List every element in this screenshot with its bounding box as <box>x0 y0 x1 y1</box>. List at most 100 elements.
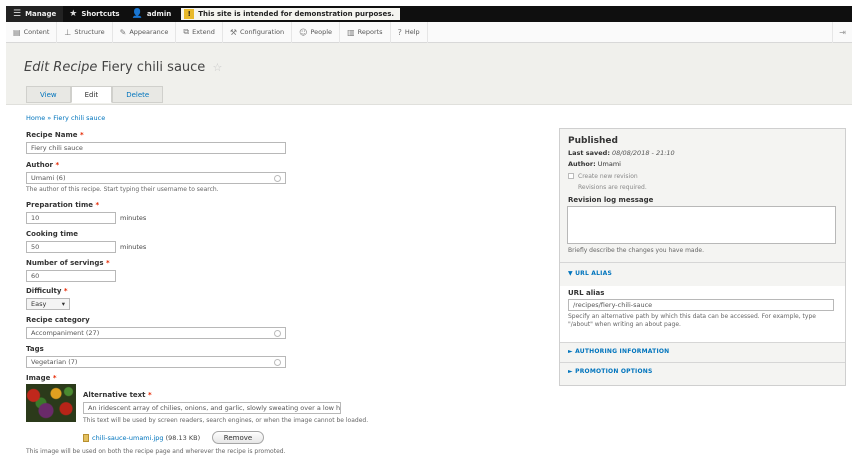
servings-input[interactable]: 60 <box>26 270 116 282</box>
help-icon: ? <box>397 27 402 37</box>
menu-item-people[interactable]: ☺ People <box>292 21 341 43</box>
manage-tab[interactable]: ☰ Manage <box>6 6 64 22</box>
menu-item-reports[interactable]: ▥ Reports <box>340 21 391 43</box>
required-marker: * <box>55 161 60 169</box>
alt-text-label-text: Alternative text <box>83 391 146 399</box>
local-tasks: View Edit Delete <box>26 86 164 103</box>
shortcuts-label: Shortcuts <box>81 10 120 18</box>
toolbar-orientation-icon[interactable]: ⇥ <box>832 21 852 43</box>
tags-value: Vegetarian (7) <box>31 358 78 366</box>
cooking-time-unit: minutes <box>120 243 147 251</box>
breadcrumb[interactable]: Home » Fiery chili sauce <box>26 114 105 122</box>
menu-item-content[interactable]: ▤ Content <box>6 21 58 43</box>
url-alias-description-line-2: "/about" when writing an about page. <box>568 321 681 328</box>
bar-chart-icon: ▥ <box>347 27 355 37</box>
recipe-name-input[interactable]: Fiery chili sauce <box>26 142 286 154</box>
menu-item-label: Content <box>23 28 50 36</box>
prep-time-input[interactable]: 10 <box>26 212 116 224</box>
image-file-icon <box>83 434 89 442</box>
page-title-name: Fiery chili sauce <box>101 60 206 75</box>
divider <box>560 262 845 263</box>
divider <box>560 362 845 363</box>
autocomplete-icon <box>274 359 281 366</box>
difficulty-label: Difficulty * <box>26 287 68 295</box>
page-header: Edit Recipe Fiery chili sauce ☆ View Edi… <box>6 43 852 105</box>
star-icon: ★ <box>69 9 78 19</box>
admin-toolbar: ☰ Manage ★ Shortcuts 👤 admin ! This site… <box>6 6 852 22</box>
cooking-time-input[interactable]: 50 <box>26 241 116 253</box>
file-name: chili-sauce-umami.jpg <box>92 434 164 442</box>
admin-menu: ▤ Content ⊥ Structure ✎ Appearance ⧉ Extend … <box>6 21 852 43</box>
menu-item-appearance[interactable]: ✎ Appearance <box>113 21 177 43</box>
difficulty-select[interactable]: Easy ▾ <box>26 298 70 310</box>
menu-item-label: Structure <box>74 28 105 36</box>
menu-item-label: People <box>310 28 333 36</box>
chevron-down-icon: ▾ <box>61 300 65 308</box>
divider <box>560 342 845 343</box>
recipe-name-label-text: Recipe Name <box>26 131 78 139</box>
author-meta-value: Umami <box>597 160 621 168</box>
menu-item-extend[interactable]: ⧉ Extend <box>176 21 223 43</box>
tab-edit[interactable]: Edit <box>70 86 113 103</box>
menu-item-structure[interactable]: ⊥ Structure <box>57 21 113 43</box>
menu-item-label: Help <box>404 28 420 36</box>
category-input[interactable]: Accompaniment (27) <box>26 327 286 339</box>
user-icon: 👤 <box>131 9 143 19</box>
author-input[interactable]: Umami (6) <box>26 172 286 184</box>
star-outline-icon[interactable]: ☆ <box>212 61 222 74</box>
recipe-name-label: Recipe Name * <box>26 131 84 139</box>
cooking-time-label: Cooking time <box>26 230 79 238</box>
tags-input[interactable]: Vegetarian (7) <box>26 356 286 368</box>
new-revision-checkbox[interactable] <box>568 173 574 179</box>
required-marker: * <box>63 287 68 295</box>
menu-item-label: Reports <box>357 28 383 36</box>
prep-time-label: Preparation time * <box>26 201 99 209</box>
brush-icon: ✎ <box>119 27 127 37</box>
alt-text-input[interactable]: An iridescent array of chilies, onions, … <box>83 402 341 414</box>
prep-time-unit: minutes <box>120 214 147 222</box>
author-description: The author of this recipe. Start typing … <box>26 186 219 193</box>
image-label: Image * <box>26 374 57 382</box>
autocomplete-icon <box>274 330 281 337</box>
demo-notice-text: This site is intended for demonstration … <box>198 10 395 18</box>
revision-log-description: Briefly describe the changes you have ma… <box>568 247 705 254</box>
menu-item-label: Extend <box>192 28 215 36</box>
difficulty-label-text: Difficulty <box>26 287 62 295</box>
required-marker: * <box>106 259 110 267</box>
author-meta: Author: Umami <box>568 160 621 168</box>
alt-text-description: This text will be used by screen readers… <box>83 417 369 424</box>
url-alias-input[interactable]: /recipes/fiery-chili-sauce <box>568 299 834 311</box>
required-marker: * <box>79 131 84 139</box>
image-description: This image will be used on both the reci… <box>26 448 286 455</box>
author-meta-label: Author: <box>568 160 596 168</box>
menu-item-configuration[interactable]: ⚒ Configuration <box>223 21 293 43</box>
autocomplete-icon <box>274 175 281 182</box>
menu-item-help[interactable]: ? Help <box>391 21 428 43</box>
file-link[interactable]: chili-sauce-umami.jpg (98.13 KB) <box>83 434 200 442</box>
last-saved-label: Last saved: <box>568 149 610 157</box>
promotion-options-toggle[interactable]: ► PROMOTION OPTIONS <box>568 368 653 375</box>
last-saved-value: 08/08/2018 - 21:10 <box>612 149 675 157</box>
file-size: (98.13 KB) <box>165 434 201 442</box>
tab-delete[interactable]: Delete <box>112 86 164 103</box>
required-marker: * <box>95 201 100 209</box>
remove-button[interactable]: Remove <box>212 431 264 444</box>
user-tab[interactable]: 👤 admin <box>126 6 178 22</box>
warning-icon: ! <box>184 9 195 19</box>
last-saved: Last saved: 08/08/2018 - 21:10 <box>568 149 675 157</box>
category-label: Recipe category <box>26 316 90 324</box>
revision-log-textarea[interactable] <box>567 206 836 244</box>
manage-label: Manage <box>25 10 57 18</box>
tab-view[interactable]: View <box>26 86 71 103</box>
menu-item-label: Appearance <box>129 28 169 36</box>
demo-notice: ! This site is intended for demonstratio… <box>181 8 401 20</box>
revisions-required-note: Revisions are required. <box>578 184 647 191</box>
category-value: Accompaniment (27) <box>31 329 100 337</box>
author-label: Author * <box>26 161 59 169</box>
shortcuts-tab[interactable]: ★ Shortcuts <box>63 6 125 22</box>
tags-label: Tags <box>26 345 44 353</box>
authoring-information-toggle[interactable]: ► AUTHORING INFORMATION <box>568 348 669 355</box>
structure-icon: ⊥ <box>64 27 72 37</box>
page-title-prefix: Edit Recipe <box>24 60 98 75</box>
url-alias-toggle[interactable]: ▼ URL ALIAS <box>568 270 612 277</box>
